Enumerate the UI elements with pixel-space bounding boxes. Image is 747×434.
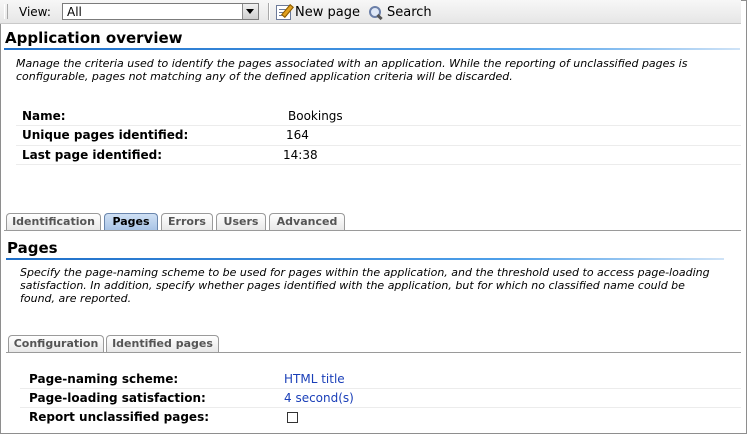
overview-description-line-2: configurable, pages not matching any of …: [16, 70, 513, 83]
overview-description-line-1: Manage the criteria used to identify the…: [16, 57, 688, 70]
new-page-button[interactable]: New page: [276, 3, 360, 21]
row-divider: [20, 407, 741, 408]
page-naming-value[interactable]: HTML title: [284, 372, 345, 386]
pages-title: Pages: [7, 239, 58, 257]
view-select[interactable]: All: [62, 3, 259, 20]
pages-description-line-1: Specify the page-naming scheme to be use…: [20, 266, 710, 279]
tab-users[interactable]: Users: [216, 213, 266, 230]
row-divider: [20, 388, 741, 389]
search-icon: [368, 5, 383, 20]
pages-description-line-2: satisfaction. In addition, specify wheth…: [20, 279, 685, 292]
overview-title-rule: [4, 48, 740, 50]
sub-tab-baseline: [6, 352, 741, 353]
new-page-label: New page: [295, 4, 360, 20]
last-page-label: Last page identified:: [22, 148, 163, 162]
view-label: View:: [19, 5, 51, 19]
pages-title-rule: [6, 258, 724, 260]
row-divider: [16, 125, 741, 126]
unique-pages-value: 164: [286, 128, 309, 142]
tab-configuration[interactable]: Configuration: [8, 335, 104, 352]
overview-title: Application overview: [5, 29, 183, 47]
tab-identification[interactable]: Identification: [6, 213, 101, 230]
tab-identified-pages[interactable]: Identified pages: [106, 335, 219, 352]
search-button[interactable]: Search: [368, 3, 432, 21]
page-naming-label: Page-naming scheme:: [29, 372, 179, 386]
last-page-value: 14:38: [283, 148, 318, 162]
new-page-icon: [276, 4, 291, 20]
search-label: Search: [387, 4, 432, 20]
row-divider: [16, 164, 741, 165]
pages-description-line-3: found, are reported.: [20, 292, 132, 305]
page-loading-label: Page-loading satisfaction:: [29, 391, 206, 405]
report-unclassified-checkbox[interactable]: [287, 412, 298, 423]
unique-pages-label: Unique pages identified:: [22, 128, 189, 142]
name-value: Bookings: [288, 109, 343, 123]
toolbar: View: All New page Search: [0, 0, 741, 24]
name-label: Name:: [22, 109, 66, 123]
toolbar-grip: [4, 4, 8, 19]
pages-description: Specify the page-naming scheme to be use…: [20, 266, 740, 305]
tab-errors[interactable]: Errors: [161, 213, 213, 230]
overview-description: Manage the criteria used to identify the…: [16, 57, 741, 83]
tab-pages[interactable]: Pages: [104, 213, 158, 230]
page-loading-value[interactable]: 4 second(s): [284, 391, 354, 405]
tab-baseline: [4, 230, 741, 231]
report-unclassified-label: Report unclassified pages:: [29, 410, 210, 424]
tab-advanced[interactable]: Advanced: [269, 213, 345, 230]
row-divider: [16, 145, 741, 146]
view-select-value: All: [67, 5, 82, 19]
toolbar-separator: [268, 3, 270, 20]
chevron-down-icon[interactable]: [242, 4, 258, 19]
